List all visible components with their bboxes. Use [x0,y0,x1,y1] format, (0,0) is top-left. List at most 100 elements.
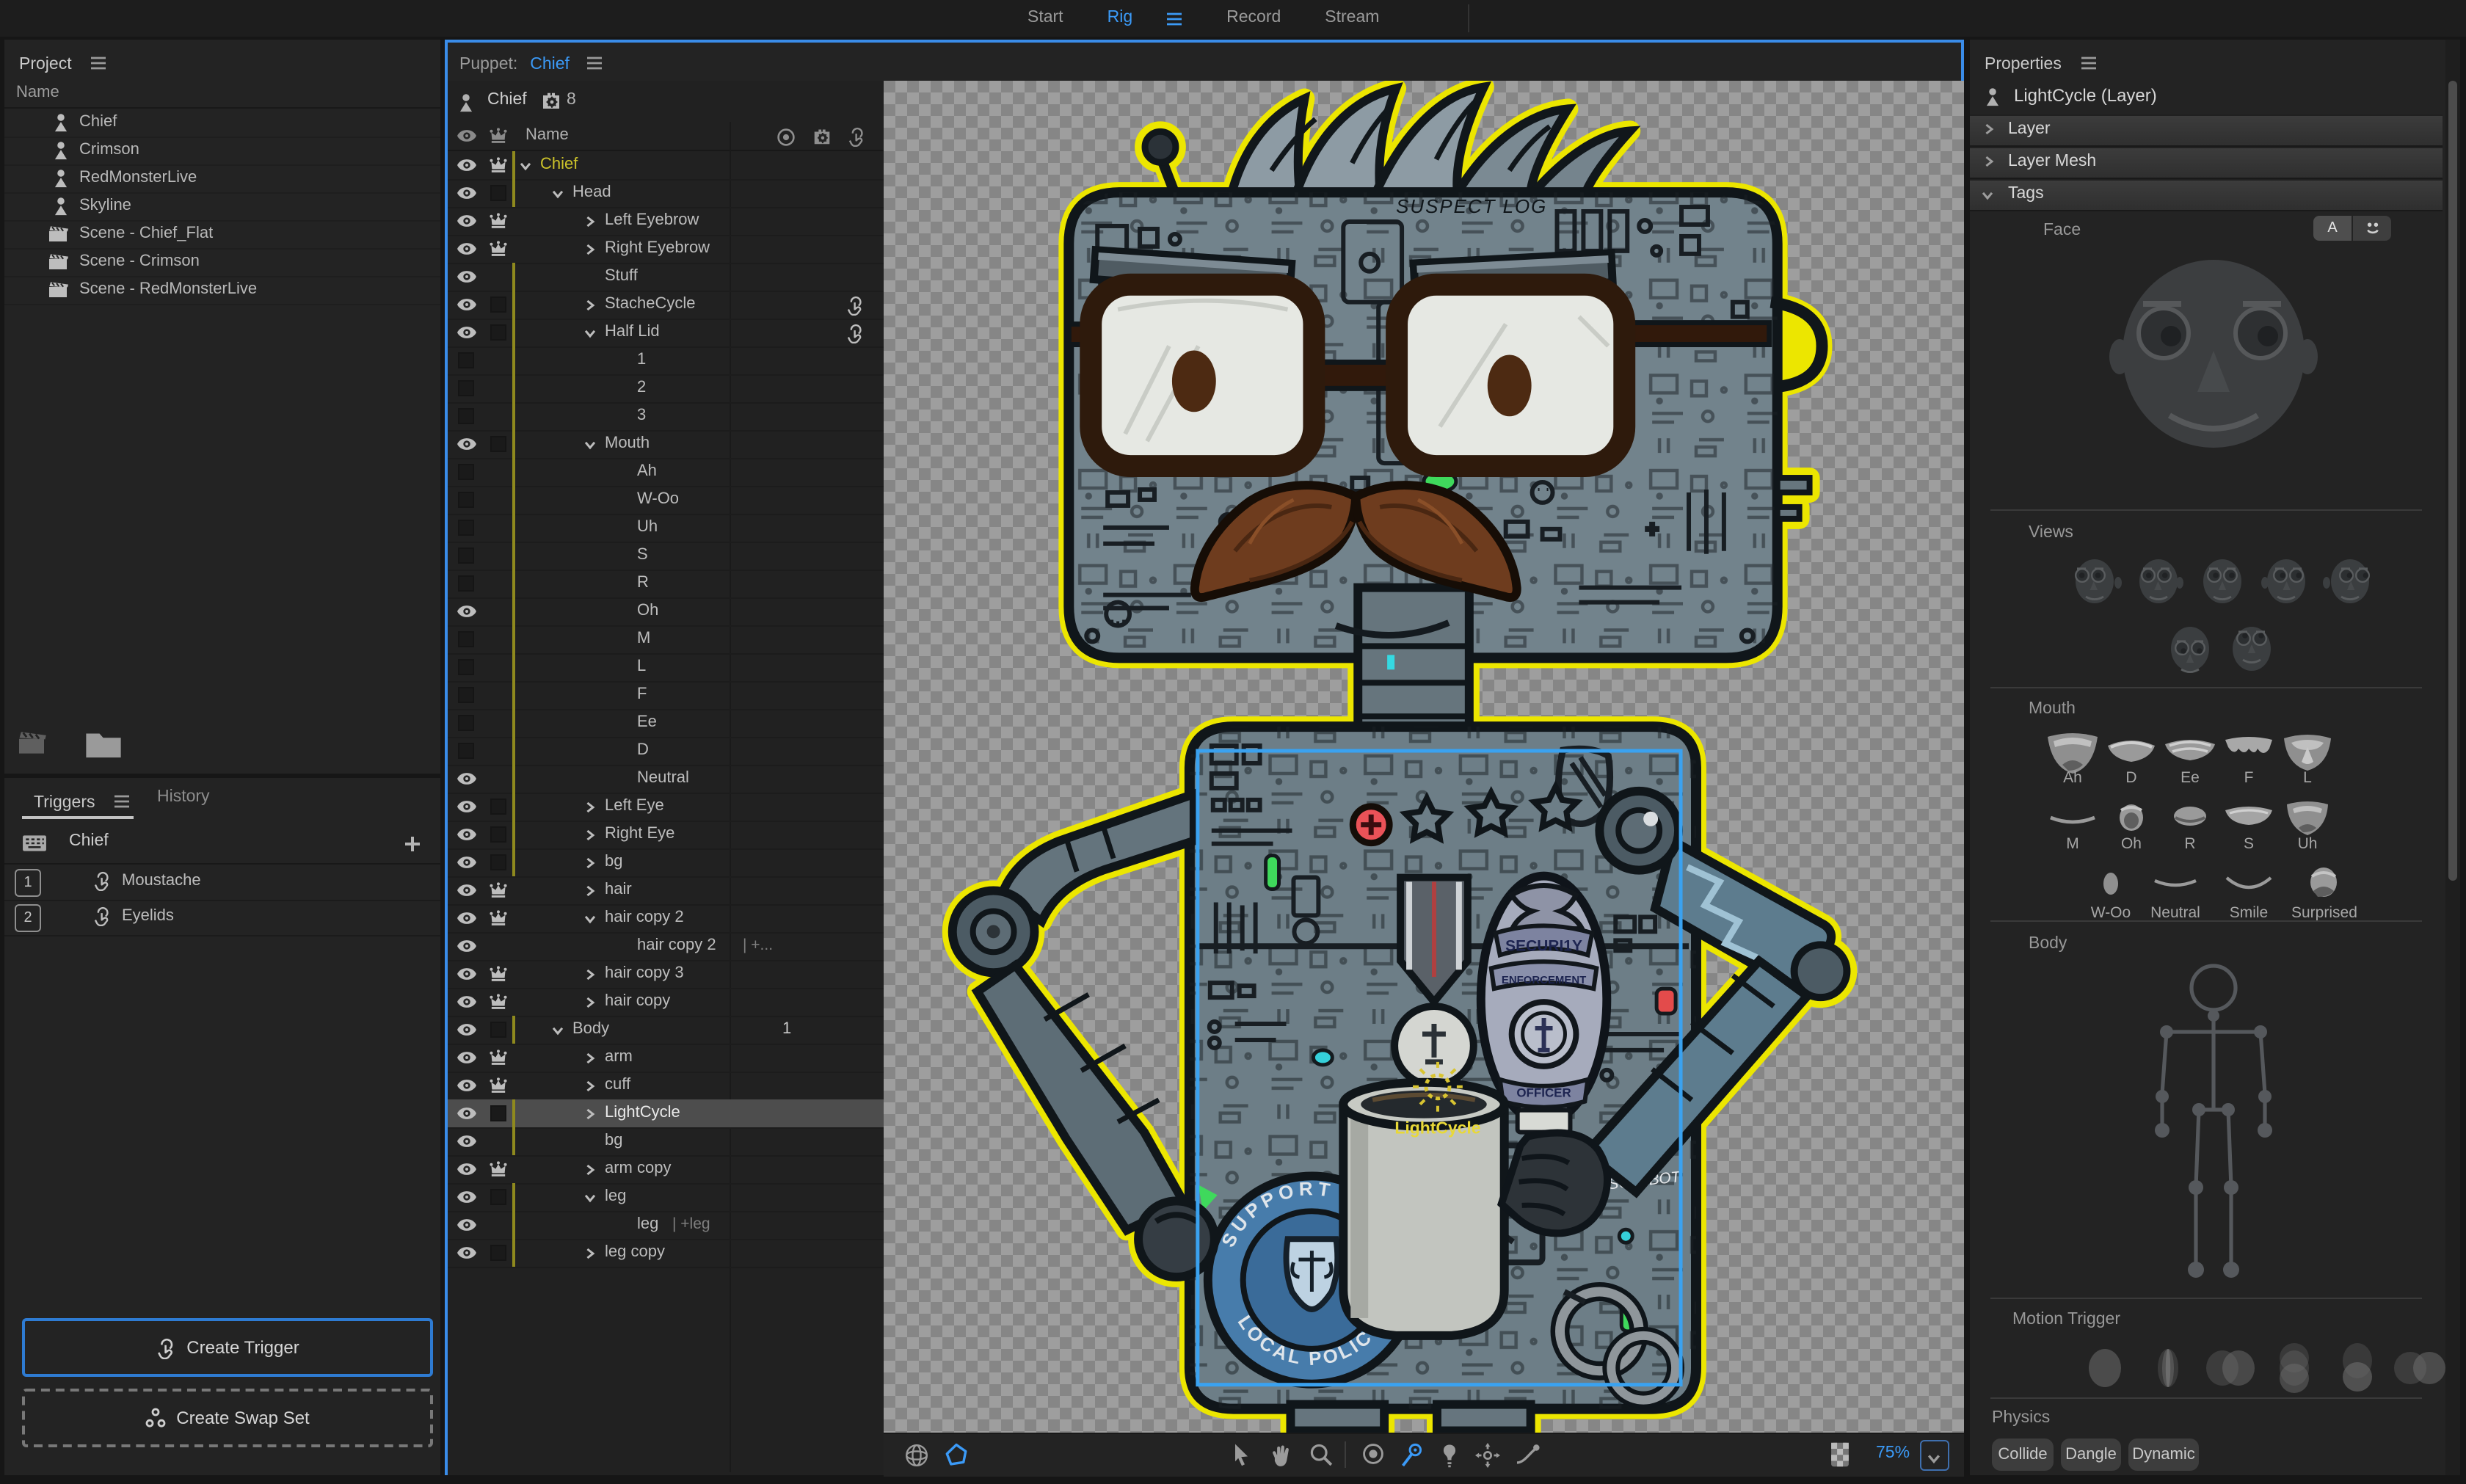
pin-tool-icon[interactable] [1400,1443,1422,1468]
independence-crown-icon[interactable] [489,241,508,257]
mouth-tag-neutral[interactable] [2146,862,2205,909]
project-item[interactable]: Chief [4,109,440,138]
project-name-header[interactable]: Name [16,84,59,101]
view-tag-front[interactable] [2197,556,2247,609]
draggable-tool-icon[interactable] [1515,1443,1540,1465]
collapse-chevron-icon[interactable] [584,912,596,924]
record-handle-icon[interactable] [1362,1443,1384,1465]
layer-row[interactable]: Head [448,179,947,208]
trigger-item[interactable]: 1Moustache [4,865,440,901]
section-layer-mesh[interactable]: Layer Mesh [1970,147,2443,179]
visibility-on-icon[interactable] [457,326,477,339]
expand-chevron-icon[interactable] [584,1247,596,1259]
workspace-tab-start[interactable]: Start [1028,0,1063,37]
visibility-on-icon[interactable] [457,828,477,841]
visibility-on-icon[interactable] [457,159,477,172]
puppet-name[interactable]: Chief [530,56,570,73]
workspace-tab-record[interactable]: Record [1226,0,1281,37]
visibility-on-icon[interactable] [457,912,477,925]
add-trigger-icon[interactable] [404,835,421,853]
subject-name[interactable]: Chief [487,91,527,109]
view-tag-profile-left[interactable] [2074,556,2124,609]
expand-chevron-icon[interactable] [584,243,596,255]
section-layer[interactable]: Layer [1970,114,2443,147]
motion-trigger-tag-shake[interactable] [2139,1343,2197,1393]
layer-row[interactable]: Oh [448,597,947,627]
independence-crown-icon[interactable] [489,1050,508,1066]
independence-crown-icon[interactable] [489,966,508,982]
visibility-toggle-box[interactable] [458,714,474,730]
project-item[interactable]: Crimson [4,137,440,166]
visibility-toggle-box[interactable] [458,407,474,423]
collapse-chevron-icon[interactable] [552,187,564,199]
history-tab[interactable]: History [157,788,210,806]
layer-row[interactable]: Stuff [448,263,947,292]
independence-crown-icon[interactable] [489,910,508,926]
layer-row[interactable]: leg [448,1183,947,1212]
visibility-on-icon[interactable] [457,939,477,953]
layer-row[interactable]: S [448,542,947,571]
layer-row[interactable]: 1 [448,346,947,376]
project-item[interactable]: Scene - Chief_Flat [4,220,440,250]
collapse-chevron-icon[interactable] [520,159,531,171]
trigger-key-badge[interactable]: 1 [15,869,41,897]
view-tag-tilt-up[interactable] [2227,624,2277,677]
motion-trigger-tag-sway[interactable] [2391,1343,2450,1393]
layer-row[interactable]: leg| +leg [448,1211,947,1240]
visibility-toggle-box[interactable] [458,742,474,758]
visibility-on-icon[interactable] [457,884,477,897]
layer-row[interactable]: hair copy [448,988,947,1017]
name-column-header[interactable]: Name [525,126,569,144]
create-trigger-button[interactable]: Create Trigger [22,1318,433,1377]
layer-row[interactable]: Half Lid [448,319,947,348]
trigger-set-row[interactable]: Chief [4,825,440,863]
triggers-menu-icon[interactable] [113,794,131,809]
independence-toggle-box[interactable] [490,1244,506,1260]
layer-trigger-icon[interactable] [845,322,865,343]
layer-row[interactable]: LightCycle [448,1099,947,1129]
independence-toggle-box[interactable] [490,854,506,870]
independence-toggle-box[interactable] [490,296,506,312]
layer-row[interactable]: Body1 [448,1016,947,1045]
new-scene-button[interactable] [16,730,47,756]
expand-chevron-icon[interactable] [584,1163,596,1175]
workspace-tab-stream[interactable]: Stream [1325,0,1379,37]
show-outline-tool-icon[interactable] [944,1443,969,1468]
visibility-on-icon[interactable] [457,270,477,283]
independence-crown-icon[interactable] [489,994,508,1010]
visibility-toggle-box[interactable] [458,491,474,507]
expand-chevron-icon[interactable] [584,968,596,980]
expand-chevron-icon[interactable] [584,215,596,227]
triggers-tab[interactable]: Triggers [34,788,131,815]
new-folder-button[interactable] [84,730,123,759]
layer-row[interactable]: Uh [448,514,947,543]
physics-tag-collide[interactable]: Collide [1992,1438,2054,1471]
layer-row[interactable]: bg [448,848,947,878]
independence-crown-icon[interactable] [489,213,508,229]
select-tool-icon[interactable] [1233,1443,1251,1466]
expand-chevron-icon[interactable] [584,884,596,896]
panel-menu-icon[interactable] [90,56,108,70]
independence-crown-icon[interactable] [489,1161,508,1177]
show-mesh-tool-icon[interactable] [904,1443,929,1468]
mouth-tag-smile[interactable] [2219,862,2278,909]
expand-chevron-icon[interactable] [584,856,596,868]
visibility-on-icon[interactable] [457,1107,477,1120]
layer-row[interactable]: leg copy [448,1239,947,1268]
independence-toggle-box[interactable] [490,184,506,200]
visibility-toggle-box[interactable] [458,463,474,479]
transparency-grid-icon[interactable] [1830,1441,1849,1468]
visibility-on-icon[interactable] [457,1051,477,1064]
visibility-on-icon[interactable] [457,1246,477,1259]
project-item[interactable]: Skyline [4,192,440,222]
view-tag-three-quarter-right[interactable] [2259,556,2309,609]
visibility-on-icon[interactable] [457,995,477,1008]
visibility-on-icon[interactable] [457,1023,477,1036]
expand-chevron-icon[interactable] [584,801,596,812]
motion-trigger-tag-nod[interactable] [2265,1343,2324,1393]
project-item[interactable]: Scene - RedMonsterLive [4,276,440,305]
trigger-key-badge[interactable]: 2 [15,904,41,932]
layer-row[interactable]: Right Eyebrow [448,235,947,264]
visibility-toggle-box[interactable] [458,519,474,535]
layer-row[interactable]: D [448,737,947,766]
